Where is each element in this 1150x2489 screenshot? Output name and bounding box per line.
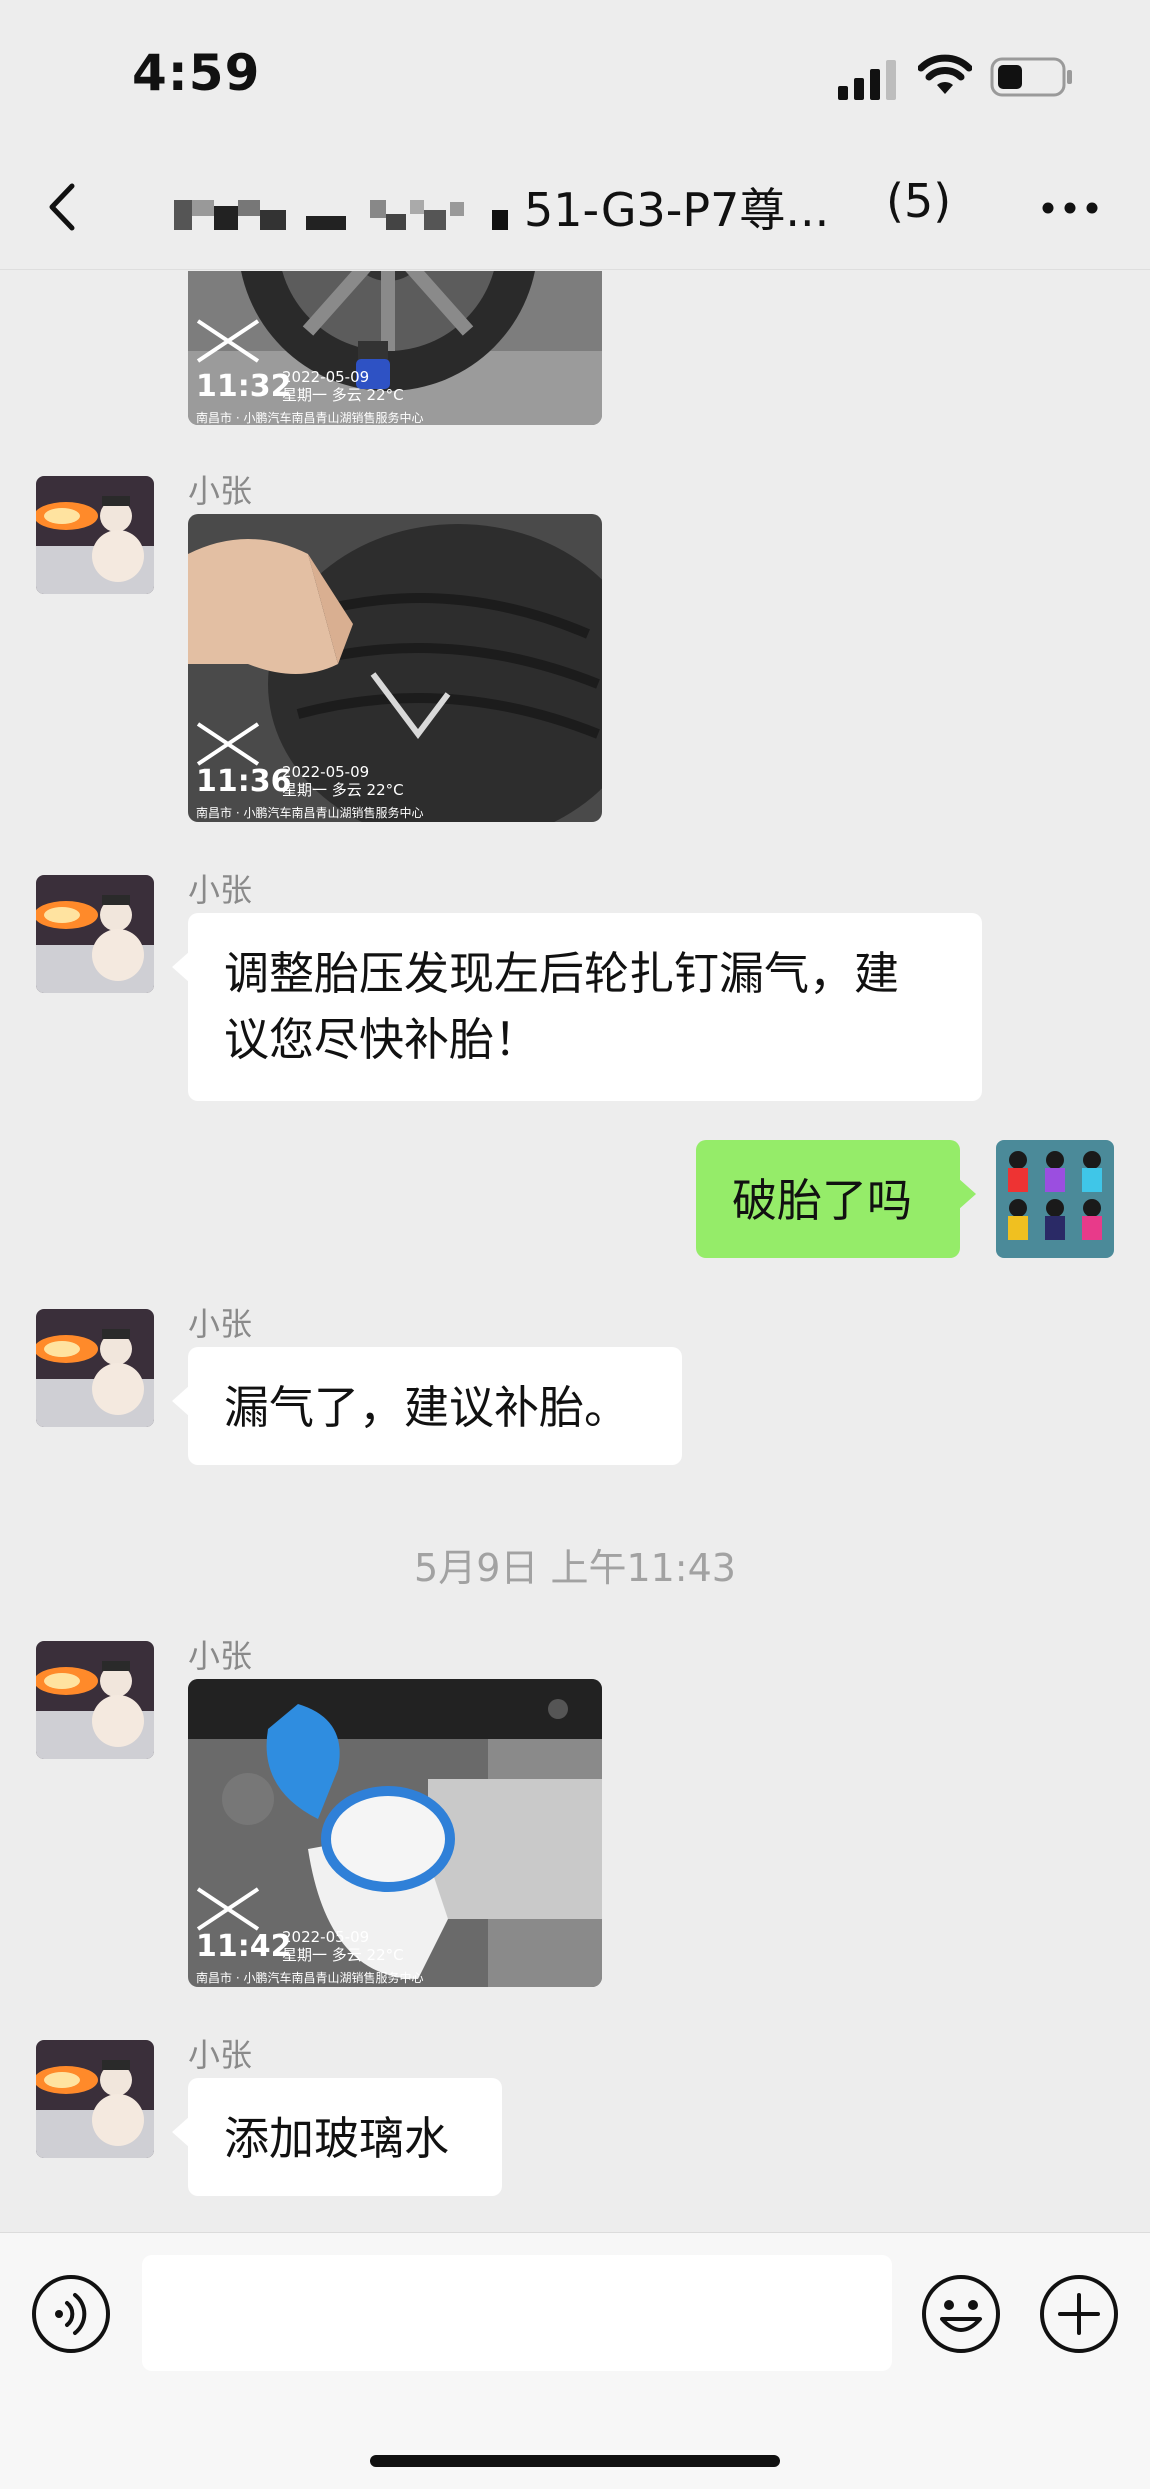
more-options-icon[interactable] [1040, 200, 1100, 216]
snowman-avatar-image [36, 1641, 154, 1759]
message-input[interactable] [142, 2255, 892, 2371]
message-bubble-outgoing[interactable]: 破胎了吗 [696, 1140, 976, 1258]
message-bubble-incoming[interactable]: 添加玻璃水 [172, 2078, 502, 2196]
message-text: 添加玻璃水 [224, 2112, 450, 2165]
member-count: (5) [886, 174, 952, 228]
battery-icon [990, 57, 1072, 97]
message-text: 漏气了，建议补胎。 [224, 1381, 630, 1434]
home-indicator [370, 2455, 780, 2467]
chat-title[interactable]: 51-G3-P7尊... (5) [174, 174, 974, 244]
message-bubble-incoming[interactable]: 漏气了，建议补胎。 [172, 1347, 682, 1465]
message-text: 破胎了吗 [732, 1174, 913, 1227]
sender-name: 小张 [188, 871, 253, 909]
watermark-location: 南昌市 · 小鹏汽车南昌青山湖销售服务中心 [196, 1971, 424, 1985]
plus-icon[interactable] [1038, 2273, 1120, 2355]
emoji-icon[interactable] [920, 2273, 1002, 2355]
voice-icon[interactable] [30, 2273, 112, 2355]
watermark-time: 11:32 [196, 369, 292, 404]
cartoon-figures-avatar-image [996, 1140, 1114, 1258]
message-image-washer-fluid[interactable]: 11:42 2022-05-09 星期一 多云 22°C 南昌市 · 小鹏汽车南… [188, 1679, 602, 1987]
watermark-date: 2022-05-09 [282, 763, 370, 781]
sender-name: 小张 [188, 1637, 253, 1675]
message-text-line: 议您尽快补胎！ [224, 1013, 540, 1066]
avatar-xiaozhang[interactable] [36, 1641, 154, 1759]
chat-title-text: 51-G3-P7尊... [524, 183, 830, 237]
avatar-xiaozhang[interactable] [36, 476, 154, 594]
watermark-location: 南昌市 · 小鹏汽车南昌青山湖销售服务中心 [196, 806, 424, 820]
watermark-weather: 星期一 多云 22°C [282, 781, 404, 799]
message-bubble-incoming[interactable]: 调整胎压发现左后轮扎钉漏气，建 议您尽快补胎！ [172, 913, 982, 1101]
avatar-xiaozhang[interactable] [36, 1309, 154, 1427]
message-image-tire[interactable]: 11:36 2022-05-09 星期一 多云 22°C 南昌市 · 小鹏汽车南… [188, 514, 602, 822]
sender-name: 小张 [188, 472, 253, 510]
avatar-xiaozhang[interactable] [36, 2040, 154, 2158]
snowman-avatar-image [36, 2040, 154, 2158]
input-bar [0, 2232, 1150, 2489]
message-image-wheel[interactable]: 11:32 2022-05-09 星期一 多云 22°C 南昌市 · 小鹏汽车南… [188, 271, 602, 425]
avatar-xiaozhang[interactable] [36, 875, 154, 993]
snowman-avatar-image [36, 1309, 154, 1427]
avatar-me[interactable] [996, 1140, 1114, 1258]
watermark-date: 2022-05-09 [282, 1928, 370, 1946]
timestamp-divider: 5月9日 上午11:43 [414, 1546, 736, 1590]
status-time: 4:59 [132, 44, 261, 102]
watermark-weather: 星期一 多云 22°C [282, 386, 404, 404]
snowman-avatar-image [36, 476, 154, 594]
watermark-time: 11:42 [196, 1929, 292, 1964]
watermark-location: 南昌市 · 小鹏汽车南昌青山湖销售服务中心 [196, 411, 424, 425]
redacted-title-block [174, 200, 508, 230]
sender-name: 小张 [188, 2036, 253, 2074]
status-bar: 4:59 [0, 0, 1150, 150]
message-list[interactable]: 11:32 2022-05-09 星期一 多云 22°C 南昌市 · 小鹏汽车南… [0, 271, 1150, 2231]
message-text-line: 调整胎压发现左后轮扎钉漏气，建 [224, 947, 900, 1000]
snowman-avatar-image [36, 875, 154, 993]
watermark-weather: 星期一 多云 22°C [282, 1946, 404, 1964]
watermark-date: 2022-05-09 [282, 368, 370, 386]
back-chevron-icon[interactable] [40, 172, 90, 242]
sender-name: 小张 [188, 1305, 253, 1343]
chat-header: 51-G3-P7尊... (5) [0, 150, 1150, 270]
cellular-signal-icon [838, 60, 896, 100]
watermark-time: 11:36 [196, 764, 292, 799]
wifi-icon [918, 54, 972, 94]
